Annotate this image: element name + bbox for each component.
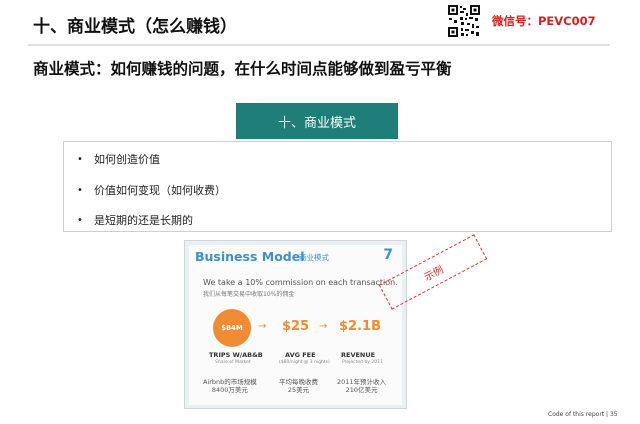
revenue-sub: Projected by 2011 bbox=[342, 360, 383, 365]
bullet-item: • 是短期的还是长期的 bbox=[68, 212, 193, 228]
qr-code-icon bbox=[447, 4, 481, 38]
trips-sub: Share of Market bbox=[215, 360, 251, 365]
page-subtitle: 商业模式：如何赚钱的问题，在什么时间点能够做到盈亏平衡 bbox=[33, 60, 452, 78]
arrow-icon: → bbox=[258, 321, 267, 332]
revenue-value: $2.1B bbox=[339, 319, 381, 334]
bullet-text: 价值如何变现（如何收费） bbox=[94, 184, 226, 197]
slide-line-en: We take a 10% commission on each transac… bbox=[203, 278, 398, 287]
bullet-item: • 如何创造价值 bbox=[68, 151, 160, 167]
bullet-dot: • bbox=[77, 153, 83, 165]
slide-page-number: 7 bbox=[383, 247, 393, 263]
avg-fee-value: $25 bbox=[282, 319, 310, 334]
slide-title: Business Model bbox=[195, 249, 305, 264]
avg-fee-sub: ($80/night @ 3 nights) bbox=[279, 360, 330, 365]
bullet-item: • 价值如何变现（如何收费） bbox=[68, 182, 226, 198]
bullet-list: • 如何创造价值 • 价值如何变现（如何收费） • 是短期的还是长期的 bbox=[63, 141, 612, 232]
trips-circle: $84M bbox=[213, 309, 251, 347]
trips-label: TRIPS W/AB&B bbox=[209, 351, 263, 359]
example-slide-content: Business Model 商业模式 7 We take a 10% comm… bbox=[189, 245, 402, 405]
bullet-dot: • bbox=[77, 214, 83, 226]
header-divider bbox=[28, 44, 610, 46]
slide-line-cn: 我们从每笔交易中收取10%的佣金 bbox=[203, 291, 295, 298]
page-header-title: 十、商业模式（怎么赚钱） bbox=[33, 17, 237, 37]
page-footer: Code of this report | 35 bbox=[548, 411, 618, 418]
wechat-id: 微信号：PEVC007 bbox=[492, 14, 596, 28]
bullet-text: 是短期的还是长期的 bbox=[94, 214, 193, 227]
bullet-text: 如何创造价值 bbox=[94, 153, 160, 166]
slide-subtitle-cn: 商业模式 bbox=[299, 253, 329, 262]
revenue-label: REVENUE bbox=[341, 351, 376, 359]
note-revenue: 2011年预计收入 210亿美元 bbox=[337, 378, 387, 394]
note-market-size: Airbnb的市场规模 8400万美元 bbox=[203, 378, 257, 394]
section-label-box: 十、商业模式 bbox=[236, 103, 398, 139]
bullet-dot: • bbox=[77, 184, 83, 196]
example-slide-image: Business Model 商业模式 7 We take a 10% comm… bbox=[184, 240, 407, 409]
arrow-icon: → bbox=[319, 321, 328, 332]
avg-fee-label: AVG FEE bbox=[285, 351, 316, 359]
note-avg-fee: 平均每晚收费 25美元 bbox=[279, 378, 318, 394]
